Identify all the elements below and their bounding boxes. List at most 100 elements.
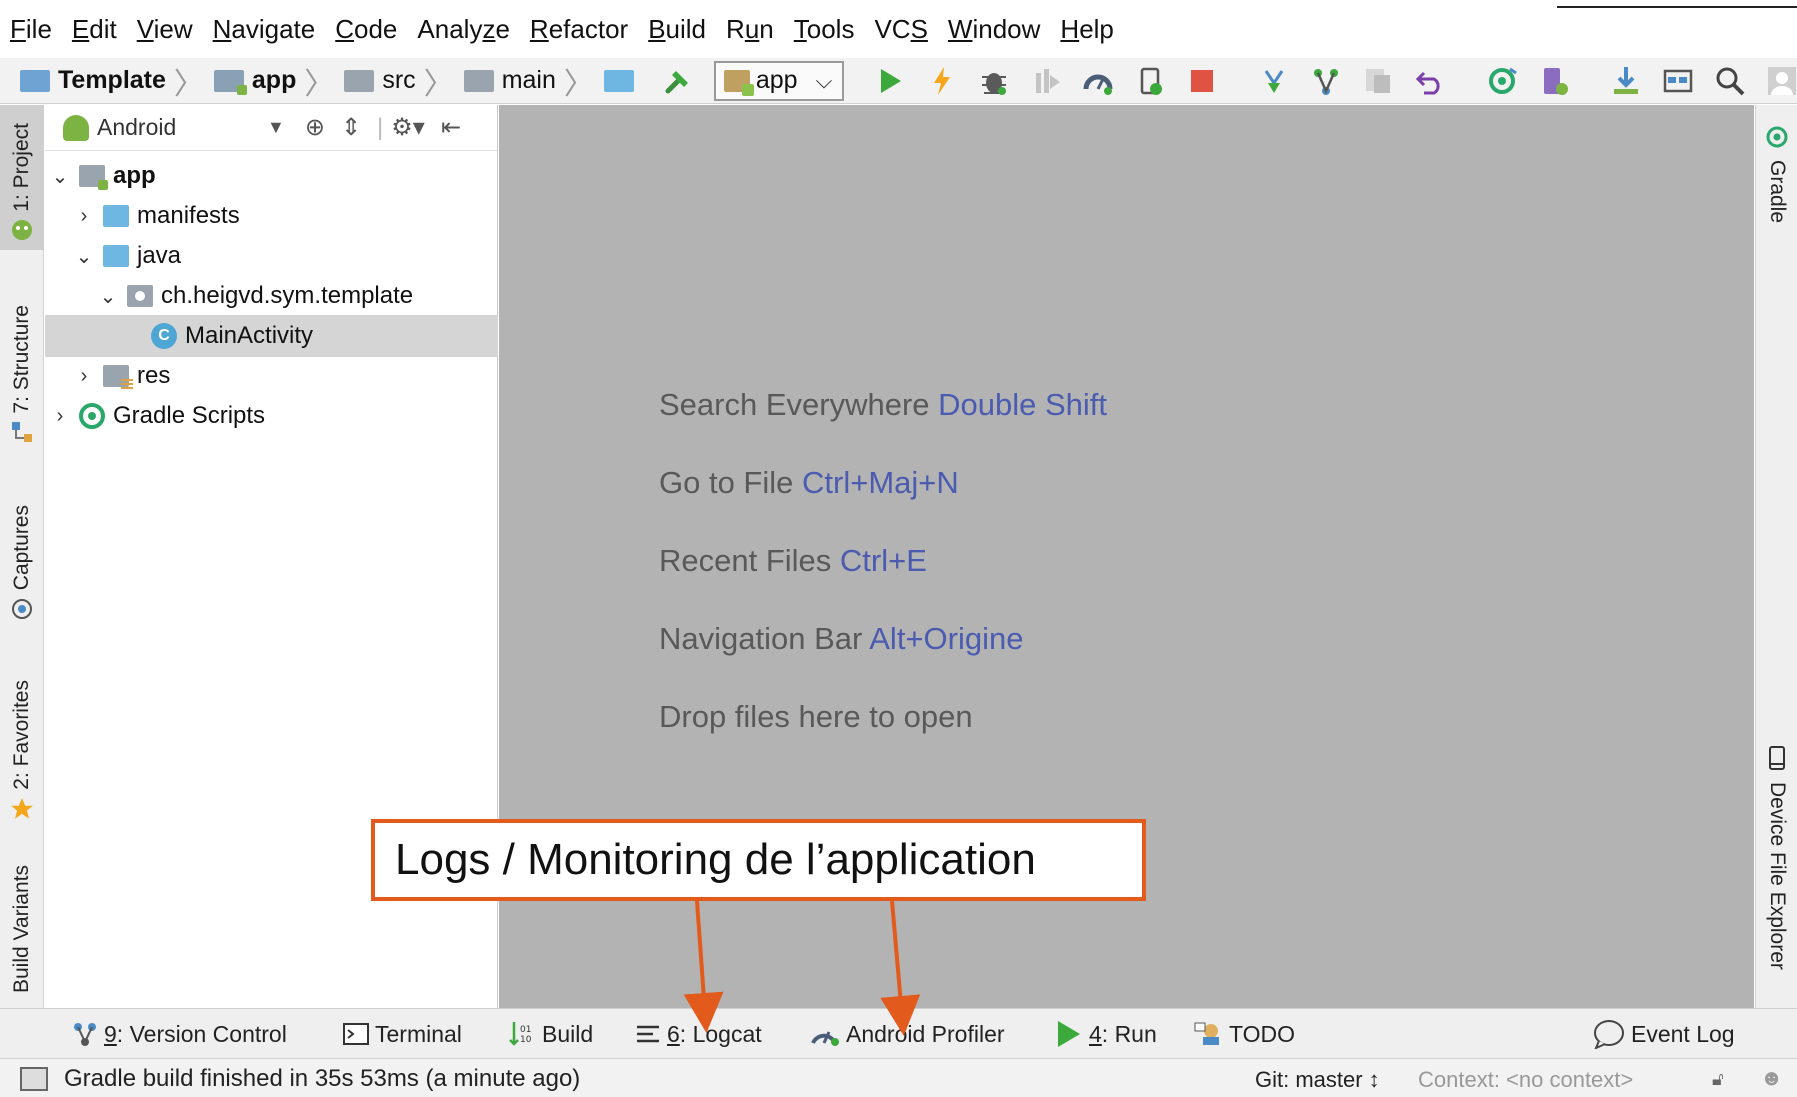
profiler-icon xyxy=(810,1021,840,1047)
sdk-manager-icon[interactable] xyxy=(1610,62,1642,100)
menu-item-text: dit xyxy=(89,13,117,44)
chevron-right-icon[interactable]: › xyxy=(71,205,97,228)
menu-item-mnemonic: u xyxy=(744,13,760,44)
tree-item-gradle-scripts[interactable]: › Gradle Scripts xyxy=(45,395,498,437)
tab-structure[interactable]: 7: Structure xyxy=(0,305,44,465)
lock-icon[interactable]: 🔓︎ xyxy=(1712,1069,1724,1090)
avd-manager-icon[interactable] xyxy=(1538,62,1570,100)
chevron-right-icon[interactable]: › xyxy=(47,405,73,428)
menu-item[interactable]: Run xyxy=(726,14,774,45)
vcs-revert-icon[interactable] xyxy=(1414,62,1446,100)
tab-favorites[interactable]: 2: Favorites xyxy=(0,680,44,830)
context-widget[interactable]: Context: <no context> xyxy=(1418,1067,1633,1093)
git-branch-widget[interactable]: Git: master ↕ xyxy=(1255,1067,1380,1093)
tree-item-package[interactable]: ⌄ ch.heigvd.sym.template xyxy=(45,275,498,317)
status-bar: Gradle build finished in 35s 53ms (a min… xyxy=(0,1058,1797,1097)
gear-icon[interactable]: ⚙▾ xyxy=(391,113,425,142)
stop-icon[interactable] xyxy=(1186,62,1218,100)
vcs-history-icon[interactable] xyxy=(1362,62,1394,100)
chevron-down-icon[interactable]: ⌄ xyxy=(71,244,97,269)
tree-item-manifests[interactable]: › manifests xyxy=(45,195,498,237)
search-icon[interactable] xyxy=(1714,62,1746,100)
sync-gradle-icon[interactable] xyxy=(1486,62,1518,100)
vcs-update-icon[interactable] xyxy=(1258,62,1290,100)
tab-logcat[interactable]: 6: Logcat xyxy=(635,1009,762,1059)
breadcrumb-project[interactable]: Template 〉 xyxy=(20,59,214,103)
menu-item[interactable]: VCS xyxy=(874,14,927,45)
breadcrumb-main[interactable]: main 〉 xyxy=(463,59,604,103)
view-mode-select[interactable]: Android xyxy=(97,114,267,141)
build-icon: 01 10 xyxy=(508,1020,536,1048)
menu-item[interactable]: View xyxy=(137,14,193,45)
right-tool-stripe: Gradle Device File Explorer xyxy=(1755,105,1797,1008)
dropdown-arrow-icon[interactable]: ▼ xyxy=(267,117,285,138)
breadcrumb-src[interactable]: src 〉 xyxy=(344,59,463,103)
menu-item-text: Analy xyxy=(417,13,483,44)
make-project-icon[interactable] xyxy=(662,62,694,100)
menu-item[interactable]: File xyxy=(10,14,52,45)
android-icon xyxy=(10,218,34,248)
coverage-icon[interactable] xyxy=(1030,62,1062,100)
menu-item[interactable]: Build xyxy=(648,14,706,45)
breadcrumb-package[interactable] xyxy=(603,69,642,92)
tab-todo[interactable]: TODO xyxy=(1193,1009,1295,1059)
hint-search-everywhere: Search Everywhere Double Shift xyxy=(659,387,1107,423)
tree-item-res[interactable]: › res xyxy=(45,355,498,397)
project-structure-icon[interactable] xyxy=(1662,62,1694,100)
menu-item-text: ile xyxy=(25,13,52,44)
breadcrumb-separator-icon: 〉 xyxy=(423,67,454,101)
hector-icon[interactable]: ☻ xyxy=(1760,1065,1783,1091)
debug-icon[interactable] xyxy=(978,62,1010,100)
chevron-down-icon[interactable]: ⌄ xyxy=(95,284,121,309)
locate-icon[interactable]: ⊕ xyxy=(305,113,325,142)
tab-android-profiler[interactable]: Android Profiler xyxy=(810,1009,1005,1059)
menu-item[interactable]: Tools xyxy=(794,14,855,45)
version-control-icon xyxy=(72,1021,98,1047)
run-icon[interactable] xyxy=(874,62,906,100)
menu-item[interactable]: Window xyxy=(948,14,1040,45)
menu-item[interactable]: Navigate xyxy=(213,14,316,45)
breadcrumb-module-label: app xyxy=(251,66,297,94)
tree-item-java[interactable]: ⌄ java xyxy=(45,235,498,277)
panel-separator: | xyxy=(377,113,384,141)
tab-version-control[interactable]: 9: Version Control xyxy=(72,1009,287,1059)
tab-device-file-explorer-label: Device File Explorer xyxy=(1766,782,1789,970)
tab-captures[interactable]: Captures xyxy=(0,505,44,645)
tab-event-log-label: Event Log xyxy=(1631,1020,1735,1047)
hide-panel-icon[interactable]: ⇤ xyxy=(441,113,461,142)
account-icon[interactable] xyxy=(1766,62,1797,100)
tab-gradle[interactable]: Gradle xyxy=(1756,125,1797,245)
menu-item[interactable]: Refactor xyxy=(530,14,628,45)
menu-item[interactable]: Help xyxy=(1060,14,1113,45)
menu-item-mnemonic: E xyxy=(71,13,90,44)
folder-icon xyxy=(103,245,129,267)
apply-changes-icon[interactable] xyxy=(926,62,958,100)
vcs-commit-icon[interactable] xyxy=(1310,62,1342,100)
tree-item-label: Gradle Scripts xyxy=(113,402,266,429)
tree-item-app[interactable]: ⌄ app xyxy=(45,155,498,197)
menu-item-mnemonic: V xyxy=(136,13,154,44)
tab-project[interactable]: 1: Project xyxy=(0,105,44,250)
tab-device-file-explorer[interactable]: Device File Explorer xyxy=(1756,745,1797,975)
menu-item[interactable]: Analyze xyxy=(417,14,510,45)
menu-item-mnemonic: S xyxy=(910,13,928,44)
tab-run[interactable]: 4: Run xyxy=(1055,1009,1157,1059)
menu-item[interactable]: Code xyxy=(335,14,397,45)
tab-build-variants[interactable]: Build Variants xyxy=(0,865,44,1005)
chevron-down-icon[interactable]: ⌄ xyxy=(47,164,73,189)
attach-debugger-icon[interactable] xyxy=(1134,62,1166,100)
tree-item-main-activity[interactable]: C MainActivity xyxy=(45,315,498,357)
run-config-select[interactable]: app ⌵ xyxy=(713,60,845,101)
collapse-all-icon[interactable]: ⇕ xyxy=(341,113,361,142)
chevron-right-icon[interactable]: › xyxy=(71,365,97,388)
structure-icon xyxy=(10,420,34,450)
breadcrumb-module[interactable]: app 〉 xyxy=(213,59,344,103)
menu-item-mnemonic: z xyxy=(482,13,496,44)
toggle-tool-windows-icon[interactable] xyxy=(20,1067,48,1091)
tab-terminal[interactable]: Terminal xyxy=(343,1009,462,1059)
profile-icon[interactable] xyxy=(1082,62,1114,100)
menu-item[interactable]: Edit xyxy=(72,14,117,45)
tab-event-log[interactable]: Event Log xyxy=(1593,1009,1735,1059)
run-icon xyxy=(1055,1019,1083,1049)
tab-build[interactable]: 01 10 Build xyxy=(508,1009,593,1059)
